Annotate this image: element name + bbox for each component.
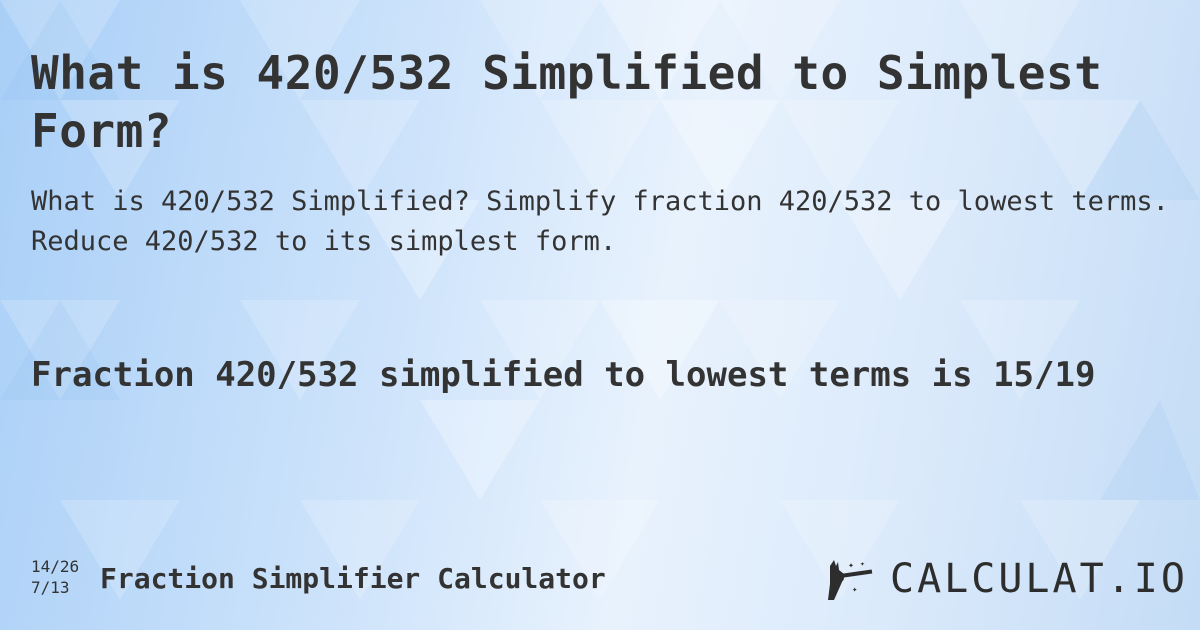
page-description: What is 420/532 Simplified? Simplify fra…: [31, 186, 1169, 257]
fraction-example-top: 14/26: [31, 557, 80, 576]
svg-text:✦: ✦: [860, 559, 865, 568]
svg-text:✦: ✦: [852, 585, 858, 595]
page-title: What is 420/532 Simplified to Simplest F…: [31, 46, 1103, 158]
fraction-example-bottom: 7/13: [31, 578, 70, 597]
calculat-io-logo[interactable]: ✦ ✦ ✦ CALCULAT.IO: [826, 556, 1188, 602]
magic-wand-hand-icon: ✦ ✦ ✦: [828, 559, 873, 600]
footer-fraction-example: 14/26 7/13: [31, 556, 79, 598]
svg-text:✦: ✦: [848, 560, 854, 571]
calculator-name: Fraction Simplifier Calculator: [100, 562, 606, 595]
result-text: Fraction 420/532 simplified to lowest te…: [31, 355, 1096, 395]
logo-text: CALCULAT.IO: [890, 556, 1188, 602]
